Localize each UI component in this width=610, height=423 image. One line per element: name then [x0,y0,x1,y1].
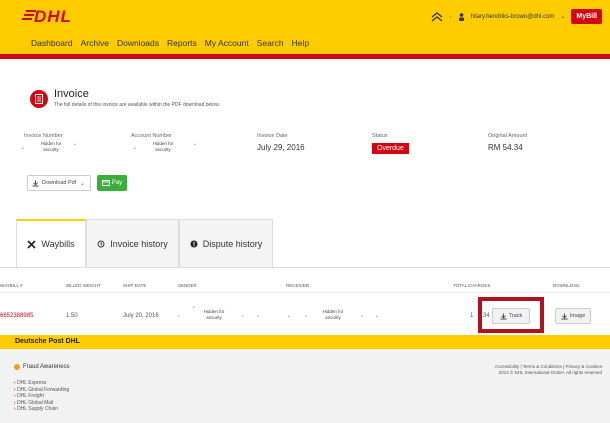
plane-icon [27,239,36,249]
mask-dot: • [376,314,378,320]
mask-dot: • [194,142,196,148]
download-pdf-select[interactable]: Download Pdf ⌄ [27,175,91,191]
mask-dot: • [178,314,180,320]
mask-dot: • [74,142,76,148]
account-number-label: Account Number [131,133,172,139]
col-header-receiver: Receiver [286,283,310,288]
track-highlight-box [478,297,544,333]
download-icon [32,180,39,186]
image-button[interactable]: Image [555,308,591,324]
mask-dot: • [193,305,195,311]
dhl-logo[interactable]: DHL [34,7,72,27]
table-header-divider [0,292,610,293]
tab-label: Waybills [41,239,75,249]
invoice-icon [30,90,48,108]
warning-icon [14,364,20,370]
col-header-total: Total Charges [453,283,491,288]
user-icon [458,12,464,21]
nav-archive[interactable]: Archive [81,38,109,48]
original-amount-value: RM 54.34 [488,143,523,152]
tab-invoice-history[interactable]: Invoice history [86,219,179,267]
user-email[interactable]: hilary.hendriks-brown@dhl.com [471,14,555,20]
invoice-date-label: Invoice Date [257,133,288,139]
fraud-awareness-link[interactable]: Fraud Awareness [14,364,70,370]
footer-link-supply-chain[interactable]: DHL Supply Chain [14,406,69,413]
separator-dot: · [449,13,452,20]
billed-weight: 1.50 [66,313,78,319]
mask-dot: • [288,314,290,320]
footer-links: DHL Express DHL Global Forwarding DHL Fr… [14,380,69,413]
status-badge: Overdue [372,143,409,154]
col-header-sender: Sender [178,283,197,288]
tab-label: Invoice history [110,238,168,249]
history-icon [97,240,105,247]
image-label: Image [569,313,586,319]
collapse-icon[interactable] [430,11,444,22]
tab-label: Dispute history [202,238,263,249]
status-label: Status [372,133,388,139]
footer-bar-title: Deutsche Post DHL [15,338,80,345]
legal-text: Accessibility | Terms & Conditions | Pri… [495,364,602,376]
footer: Fraud Awareness DHL Express DHL Global F… [0,349,610,423]
copyright: 2014 © DHL International GmbH. All right… [498,370,602,375]
account-number-value: Hidden for security [152,141,174,152]
tab-dispute-history[interactable]: Dispute history [179,219,273,267]
fraud-label: Fraud Awareness [23,364,70,370]
col-header-ship-date: Ship Date [123,283,147,288]
tab-divider [0,267,610,268]
header-red-stripe [0,54,610,59]
mask-dot: • [242,314,244,320]
download-pdf-label: Download Pdf [42,180,77,186]
waybill-link[interactable]: 6652388985 [0,313,33,319]
nav-search[interactable]: Search [257,38,284,48]
col-header-download: Download [553,283,580,288]
mask-dot: • [257,314,259,320]
sender-value: Hidden for security [203,309,225,320]
nav-reports[interactable]: Reports [167,38,197,48]
nav-downloads[interactable]: Downloads [117,38,159,48]
mybill-badge[interactable]: MyBill [571,9,602,24]
invoice-number-value: Hidden for security [40,141,62,152]
chevron-down-icon: ⌄ [79,181,85,187]
chevron-down-icon[interactable]: ⌄ [560,13,565,20]
tab-bar: Waybills Invoice history Dispute history [16,219,273,267]
nav-my-account[interactable]: My Account [205,38,249,48]
user-area: · hilary.hendriks-brown@dhl.com ⌄ MyBill [430,9,602,24]
page-subtitle: The full details of this invoice are ava… [54,102,220,108]
nav-dashboard[interactable]: Dashboard [31,38,73,48]
ship-date: July 20, 2016 [123,313,159,319]
pay-label: Pay [111,180,123,186]
tab-waybills[interactable]: Waybills [16,219,86,267]
page-title: Invoice [54,88,89,100]
mask-dot: • [134,146,136,152]
col-header-waybill: Waybill # [0,283,23,288]
mask-dot: • [305,314,307,320]
invoice-number-label: Invoice Number [24,133,63,139]
col-header-weight: Billed Weight [66,283,101,288]
mask-dot: • [361,314,363,320]
main-nav: Dashboard Archive Downloads Reports My A… [31,38,309,48]
logo-stripe [24,14,34,16]
card-icon [101,180,110,186]
mask-dot: • [22,146,24,152]
receiver-value: Hidden for security [322,309,344,320]
total-charge-partial: 1 [470,313,474,319]
download-icon [561,313,568,319]
top-header: DHL Dashboard Archive Downloads Reports … [0,0,610,54]
logo-stripe [22,18,32,20]
original-amount-label: Original Amount [488,133,528,139]
alert-icon [190,240,198,247]
invoice-date-value: July 29, 2016 [257,143,305,152]
nav-help[interactable]: Help [292,38,309,48]
footer-bar: Deutsche Post DHL [0,335,610,349]
pay-button[interactable]: Pay [97,175,127,191]
